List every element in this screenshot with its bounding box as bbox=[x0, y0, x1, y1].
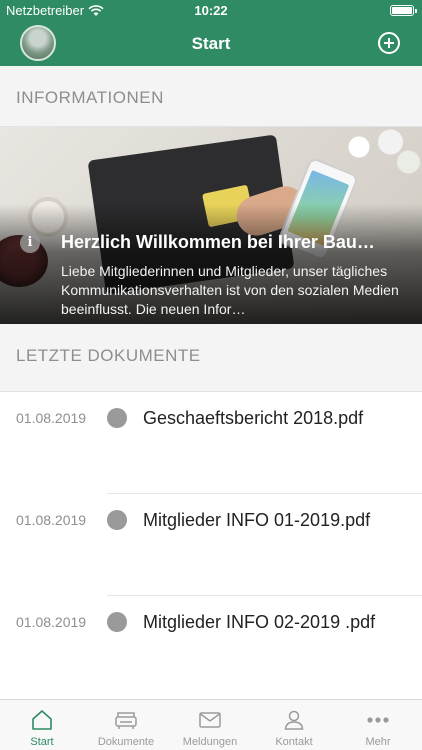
document-row[interactable]: 01.08.2019 Mitglieder INFO 01-2019.pdf bbox=[0, 494, 422, 596]
info-card-text: Liebe Mitgliederinnen und Mitglieder, un… bbox=[61, 263, 399, 317]
tab-dokumente[interactable]: Dokumente bbox=[84, 700, 168, 750]
status-time: 10:22 bbox=[194, 3, 228, 18]
document-date: 01.08.2019 bbox=[16, 614, 87, 630]
document-status-dot-icon bbox=[107, 510, 127, 530]
section-header-label: LETZTE DOKUMENTE bbox=[16, 346, 201, 365]
tab-kontakt[interactable]: Kontakt bbox=[252, 700, 336, 750]
sofa-icon bbox=[115, 712, 137, 729]
more-dots-icon bbox=[367, 717, 389, 723]
person-icon bbox=[284, 710, 304, 730]
tab-mehr[interactable]: Mehr bbox=[336, 700, 420, 750]
document-name: Geschaeftsbericht 2018.pdf bbox=[143, 408, 364, 428]
battery-icon bbox=[390, 5, 417, 16]
info-card-title: Herzlich Willkommen bei Ihrer Bau… bbox=[61, 232, 375, 252]
document-name: Mitglieder INFO 02-2019 .pdf bbox=[143, 612, 376, 632]
add-circle-icon[interactable] bbox=[378, 32, 400, 54]
document-row[interactable]: 01.08.2019 Mitglieder INFO 02-2019 .pdf bbox=[0, 596, 422, 698]
home-icon bbox=[32, 710, 52, 730]
tab-label: Meldungen bbox=[182, 736, 238, 748]
tab-bar: Start Dokumente Meldungen Kontakt Mehr bbox=[0, 699, 422, 750]
tab-label: Dokumente bbox=[97, 736, 155, 748]
tab-start[interactable]: Start bbox=[0, 700, 84, 750]
tab-meldungen[interactable]: Meldungen bbox=[168, 700, 252, 750]
section-header-informationen: INFORMATIONEN bbox=[0, 66, 422, 127]
info-icon: i bbox=[20, 233, 40, 253]
envelope-icon bbox=[199, 712, 221, 728]
tab-label: Start bbox=[30, 736, 54, 748]
document-date: 01.08.2019 bbox=[16, 512, 87, 528]
tab-label: Mehr bbox=[365, 736, 391, 748]
tab-label: Kontakt bbox=[275, 736, 313, 748]
status-bar: Netzbetreiber 10:22 bbox=[0, 0, 422, 22]
page-title: Start bbox=[191, 34, 231, 53]
section-header-label: INFORMATIONEN bbox=[16, 88, 164, 107]
document-name: Mitglieder INFO 01-2019.pdf bbox=[143, 510, 371, 530]
section-header-letzte-dokumente: LETZTE DOKUMENTE bbox=[0, 324, 422, 392]
top-bar: Netzbetreiber 10:22 Start bbox=[0, 0, 422, 66]
document-status-dot-icon bbox=[107, 408, 127, 428]
info-card[interactable]: i Herzlich Willkommen bei Ihrer Bau… Lie… bbox=[0, 127, 422, 324]
navigation-bar: Start bbox=[0, 22, 422, 66]
document-status-dot-icon bbox=[107, 612, 127, 632]
hero-image-flowers bbox=[332, 127, 422, 177]
document-row[interactable]: 01.08.2019 Geschaeftsbericht 2018.pdf bbox=[0, 392, 422, 494]
document-date: 01.08.2019 bbox=[16, 410, 87, 426]
